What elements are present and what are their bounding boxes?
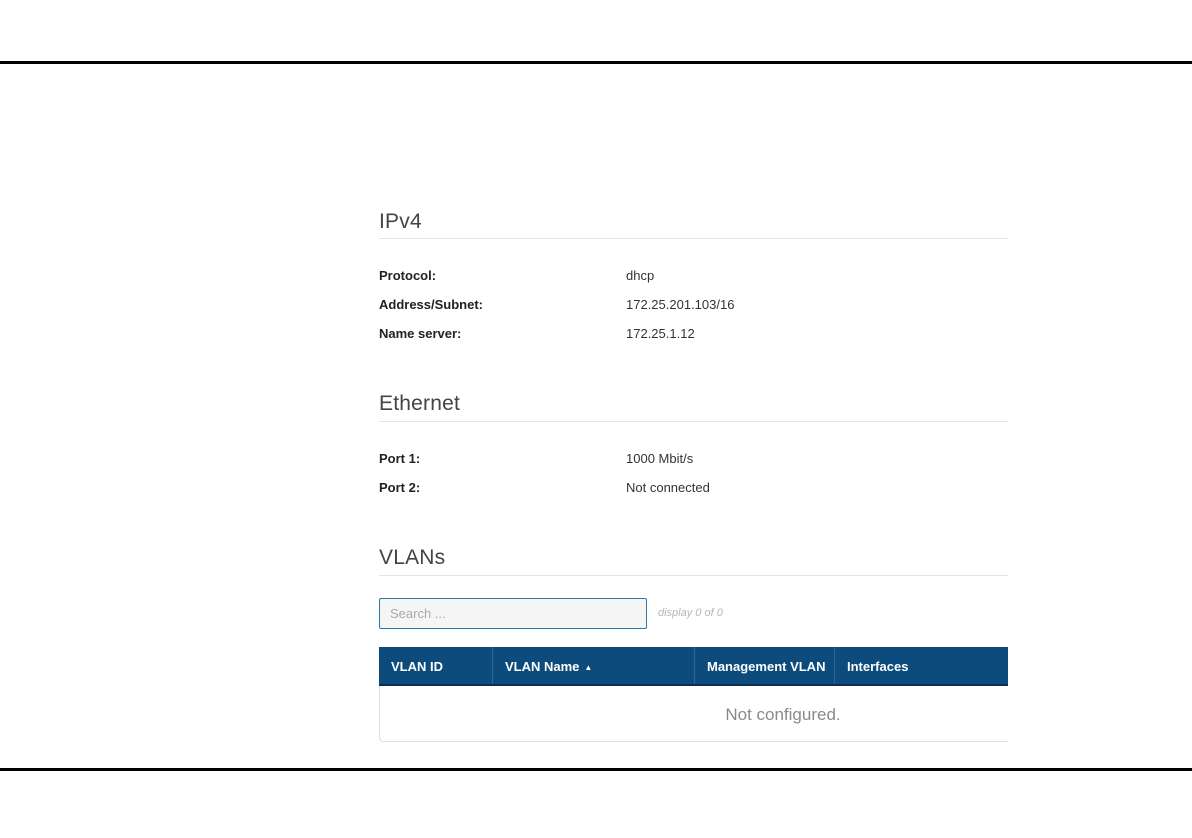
protocol-value: dhcp xyxy=(626,268,655,283)
column-header-vlan-id-label: VLAN ID xyxy=(391,659,443,674)
port-1-label: Port 1: xyxy=(379,451,421,466)
sort-ascending-icon: ▲ xyxy=(584,663,593,672)
column-header-interfaces-label: Interfaces xyxy=(847,659,909,674)
vlans-section-title: VLANs xyxy=(379,546,446,569)
ipv4-section-title: IPv4 xyxy=(379,210,422,233)
empty-table-message: Not configured. xyxy=(725,705,841,724)
column-header-management-vlan-label: Management VLAN xyxy=(707,659,826,674)
ethernet-section-rule xyxy=(379,421,1008,422)
name-server-label: Name server: xyxy=(379,326,462,341)
name-server-value: 172.25.1.12 xyxy=(626,326,695,341)
address-subnet-label: Address/Subnet: xyxy=(379,297,484,312)
vlan-search-input[interactable] xyxy=(379,598,647,629)
vlan-table-body: Not configured. xyxy=(379,686,1008,742)
protocol-label: Protocol: xyxy=(379,268,437,283)
column-header-management-vlan[interactable]: Management VLAN xyxy=(694,647,834,684)
column-header-vlan-name[interactable]: VLAN Name ▲ xyxy=(492,647,694,684)
port-1-value: 1000 Mbit/s xyxy=(626,451,694,466)
top-divider xyxy=(0,61,1192,64)
address-subnet-value: 172.25.201.103/16 xyxy=(626,297,735,312)
ipv4-section-rule xyxy=(379,238,1008,239)
vlans-section-rule xyxy=(379,575,1008,576)
column-header-interfaces[interactable]: Interfaces xyxy=(834,647,1008,684)
vlan-table-header: VLAN ID VLAN Name ▲ Management VLAN Inter… xyxy=(379,647,1008,686)
column-header-vlan-name-label: VLAN Name xyxy=(505,659,580,674)
ethernet-section-title: Ethernet xyxy=(379,392,460,415)
port-2-label: Port 2: xyxy=(379,480,421,495)
bottom-divider xyxy=(0,768,1192,771)
display-count: display 0 of 0 xyxy=(658,607,723,619)
port-2-value: Not connected xyxy=(626,480,710,495)
column-header-vlan-id[interactable]: VLAN ID xyxy=(379,647,492,684)
